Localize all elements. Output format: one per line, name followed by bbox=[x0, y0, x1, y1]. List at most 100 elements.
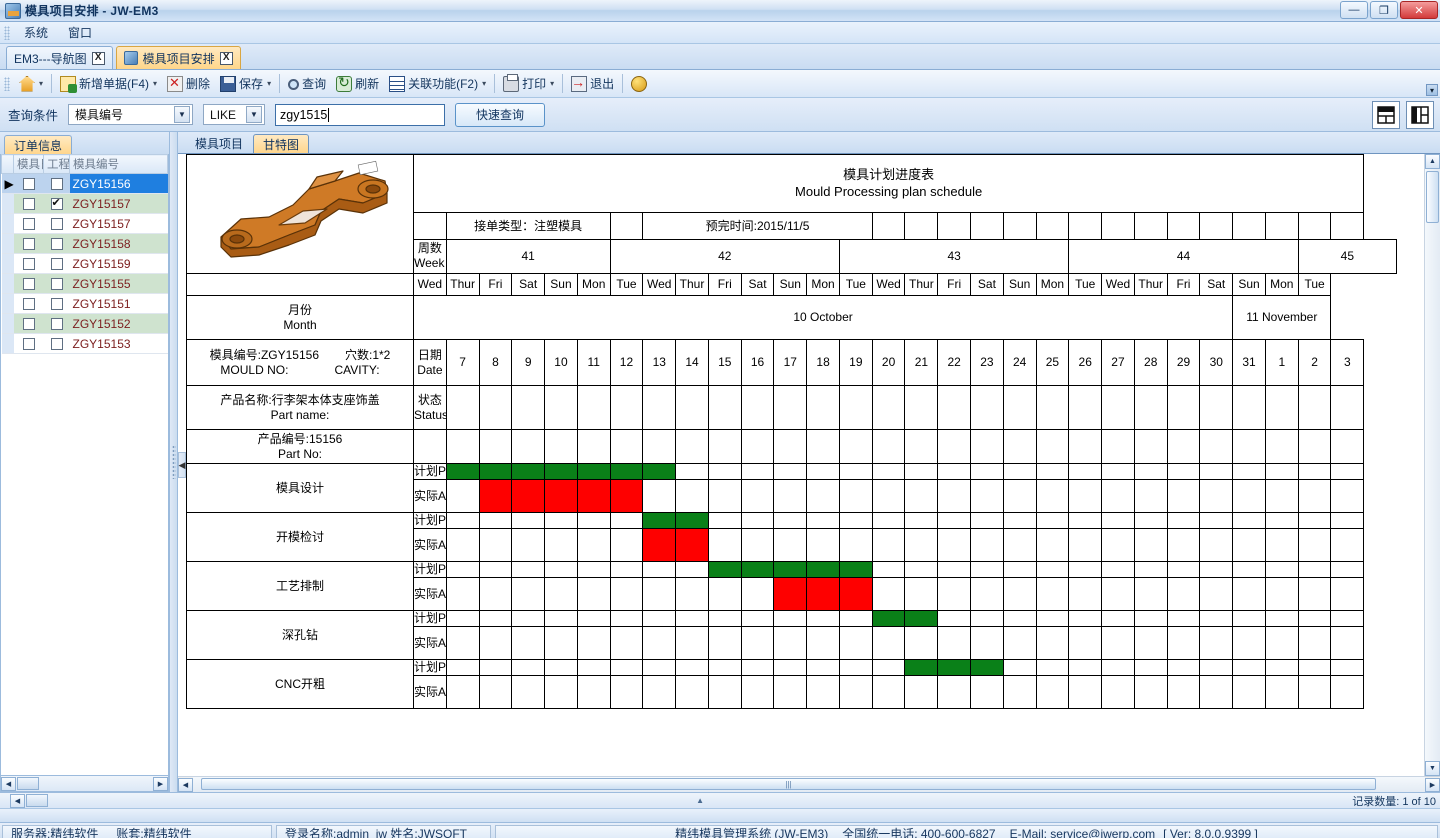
row-marker[interactable] bbox=[1, 213, 14, 234]
row-mould-code[interactable]: ZGY15156 bbox=[69, 173, 168, 194]
vscroll-thumb[interactable] bbox=[1426, 171, 1439, 223]
quick-query-button[interactable]: 快速查询 bbox=[455, 102, 546, 127]
maximize-button[interactable]: ❐ bbox=[1370, 1, 1398, 19]
toolbar-delete-button[interactable]: 删除 bbox=[162, 73, 215, 94]
tab-mould-project[interactable]: 模具项目 bbox=[186, 134, 252, 153]
scroll-up-button[interactable]: ▲ bbox=[1425, 154, 1440, 169]
table-row[interactable]: ZGY15157 bbox=[1, 193, 168, 214]
row-checkbox-1[interactable] bbox=[13, 213, 44, 234]
chevron-down-icon[interactable]: ▾ bbox=[38, 79, 43, 88]
page-scroll-left-button[interactable]: ◀ bbox=[10, 793, 25, 808]
checkbox-icon[interactable] bbox=[22, 338, 35, 351]
checkbox-icon[interactable] bbox=[22, 318, 35, 331]
hscroll-thumb[interactable]: ||| bbox=[201, 778, 1376, 790]
table-row[interactable]: ZGY15151 bbox=[1, 293, 168, 314]
table-row[interactable]: ZGY15153 bbox=[1, 333, 168, 354]
checkbox-icon[interactable] bbox=[50, 258, 63, 271]
chevron-down-icon[interactable]: ▾ bbox=[152, 79, 157, 88]
scroll-down-button[interactable]: ▼ bbox=[1425, 761, 1440, 776]
table-row[interactable]: ZGY15158 bbox=[1, 233, 168, 254]
report-canvas[interactable]: ◀ 模具计划进度表 Mould Processing plan schedule 接… bbox=[178, 154, 1424, 776]
row-checkbox-2[interactable] bbox=[43, 273, 70, 294]
query-keyword-input[interactable]: zgy1515 bbox=[275, 103, 446, 126]
row-marker[interactable] bbox=[1, 253, 14, 274]
row-checkbox-1[interactable] bbox=[13, 333, 44, 354]
hscroll-track[interactable]: ||| bbox=[193, 777, 1425, 792]
checkbox-icon[interactable] bbox=[50, 338, 63, 351]
toolbar-save-button[interactable]: 保存 ▾ bbox=[215, 73, 276, 94]
vscroll-track[interactable] bbox=[1425, 169, 1440, 761]
report-vscrollbar[interactable]: ▲ ▼ bbox=[1424, 154, 1440, 776]
checkbox-icon[interactable] bbox=[22, 278, 35, 291]
minimize-button[interactable]: — bbox=[1340, 1, 1368, 19]
scroll-left-button[interactable]: ◀ bbox=[1, 776, 16, 791]
toolbar-refresh-button[interactable]: 刷新 bbox=[331, 73, 384, 94]
checkbox-icon[interactable] bbox=[50, 318, 63, 331]
row-checkbox-1[interactable] bbox=[13, 233, 44, 254]
row-mould-code[interactable]: ZGY15158 bbox=[69, 233, 168, 254]
panel-splitter[interactable] bbox=[170, 132, 178, 792]
table-row[interactable]: ▶ ZGY15156 bbox=[1, 173, 168, 194]
checkbox-icon[interactable] bbox=[50, 218, 63, 231]
row-marker[interactable] bbox=[1, 233, 14, 254]
col-mould-date[interactable]: 模具日 bbox=[13, 154, 44, 174]
checkbox-icon[interactable] bbox=[22, 178, 35, 191]
row-mould-code[interactable]: ZGY15159 bbox=[69, 253, 168, 274]
close-button[interactable]: ✕ bbox=[1400, 1, 1438, 19]
page-scrollbar[interactable]: ◀ ▲ 记录数量: 1 of 10 bbox=[0, 792, 1440, 808]
row-checkbox-2[interactable] bbox=[43, 193, 70, 214]
menu-item-system[interactable]: 系统 bbox=[14, 22, 58, 43]
scroll-right-button[interactable]: ▶ bbox=[1425, 777, 1440, 792]
tab-order-info[interactable]: 订单信息 bbox=[4, 135, 73, 154]
row-checkbox-1[interactable] bbox=[13, 313, 44, 334]
layout-vertical-icon[interactable] bbox=[1406, 100, 1434, 129]
close-icon[interactable]: X bbox=[219, 51, 233, 65]
row-checkbox-1[interactable] bbox=[13, 253, 44, 274]
row-marker[interactable] bbox=[1, 193, 14, 214]
tab-gantt-chart[interactable]: 甘特图 bbox=[253, 134, 310, 153]
chevron-down-icon[interactable]: ▾ bbox=[481, 79, 486, 88]
row-checkbox-2[interactable] bbox=[43, 313, 70, 334]
scroll-right-button[interactable]: ▶ bbox=[153, 776, 168, 791]
scroll-left-button[interactable]: ◀ bbox=[178, 777, 193, 792]
row-checkbox-2[interactable] bbox=[43, 253, 70, 274]
row-mould-code[interactable]: ZGY15157 bbox=[69, 193, 168, 214]
table-row[interactable]: ZGY15159 bbox=[1, 253, 168, 274]
row-marker[interactable] bbox=[1, 333, 14, 354]
checkbox-icon[interactable] bbox=[50, 178, 63, 191]
doc-tab-navigation[interactable]: EM3---导航图 X bbox=[6, 46, 113, 69]
chevron-down-icon[interactable]: ▼ bbox=[246, 106, 263, 123]
order-grid-hscrollbar[interactable]: ◀ ▶ bbox=[0, 776, 169, 792]
checkbox-icon[interactable] bbox=[22, 258, 35, 271]
toolbar-overflow-button[interactable]: ▾ bbox=[1426, 84, 1438, 96]
row-marker[interactable] bbox=[1, 293, 14, 314]
row-checkbox-1[interactable] bbox=[13, 173, 44, 194]
doc-tab-mould-project[interactable]: 模具项目安排 X bbox=[115, 46, 241, 69]
row-marker[interactable] bbox=[1, 313, 14, 334]
query-field-select[interactable]: 模具编号 ▼ bbox=[68, 104, 194, 125]
checkbox-icon[interactable] bbox=[50, 278, 63, 291]
row-marker[interactable] bbox=[1, 273, 14, 294]
toolbar-help-button[interactable] bbox=[626, 74, 652, 94]
checkbox-icon[interactable] bbox=[22, 218, 35, 231]
toolbar-print-button[interactable]: 打印 ▾ bbox=[498, 73, 559, 94]
layout-horizontal-icon[interactable] bbox=[1372, 100, 1400, 129]
scroll-thumb[interactable] bbox=[17, 777, 39, 790]
page-collapse-icon[interactable]: ▲ bbox=[625, 796, 775, 805]
table-row[interactable]: ZGY15157 bbox=[1, 213, 168, 234]
row-mould-code[interactable]: ZGY15155 bbox=[69, 273, 168, 294]
row-checkbox-2[interactable] bbox=[43, 293, 70, 314]
row-checkbox-2[interactable] bbox=[43, 233, 70, 254]
row-mould-code[interactable]: ZGY15151 bbox=[69, 293, 168, 314]
checkbox-icon[interactable] bbox=[22, 298, 35, 311]
table-row[interactable]: ZGY15152 bbox=[1, 313, 168, 334]
chevron-down-icon[interactable]: ▾ bbox=[549, 79, 554, 88]
chevron-down-icon[interactable]: ▾ bbox=[266, 79, 271, 88]
checkbox-icon[interactable] bbox=[50, 298, 63, 311]
page-scroll-thumb[interactable] bbox=[26, 794, 48, 807]
row-mould-code[interactable]: ZGY15153 bbox=[69, 333, 168, 354]
row-marker[interactable]: ▶ bbox=[1, 173, 14, 194]
row-checkbox-1[interactable] bbox=[13, 293, 44, 314]
checkbox-icon[interactable] bbox=[22, 238, 35, 251]
row-checkbox-2[interactable] bbox=[43, 173, 70, 194]
